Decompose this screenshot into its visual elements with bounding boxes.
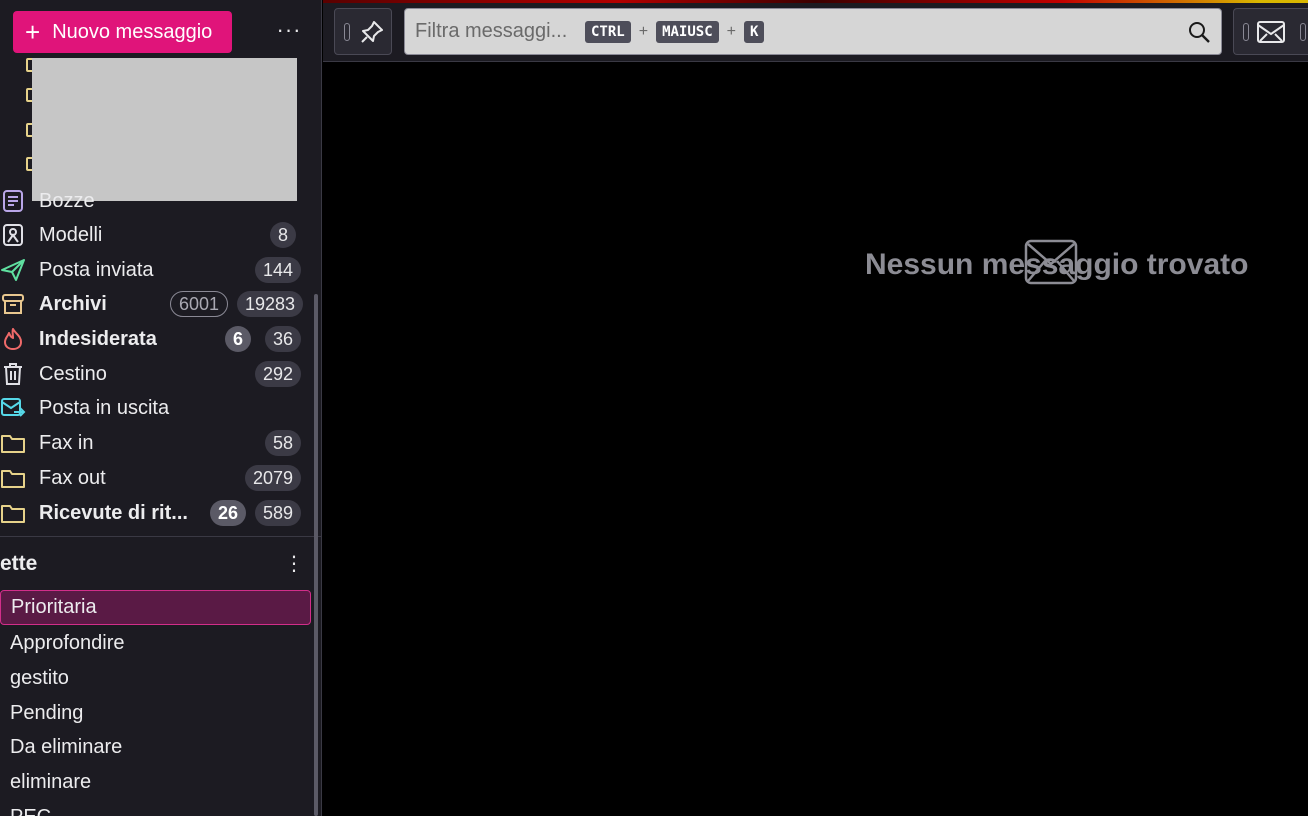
folder-label: Fax out — [39, 466, 106, 489]
folder-icon — [0, 430, 26, 456]
tag-label: Pending — [10, 702, 84, 724]
shortcut-key: K — [743, 20, 765, 43]
unread-count-badge: 6001 — [170, 291, 229, 317]
message-count-badge: 144 — [255, 257, 302, 283]
folder-item-posta-inviata[interactable]: Posta inviata 144 — [0, 253, 312, 287]
new-message-button[interactable]: + Nuovo messaggio — [13, 11, 232, 53]
section-divider — [0, 536, 321, 537]
decorative-strip — [323, 0, 1308, 3]
drafts-icon — [0, 188, 26, 214]
sidebar-scrollbar[interactable] — [314, 294, 318, 816]
tag-item-pending[interactable]: Pending — [0, 696, 311, 731]
new-message-label: Nuovo messaggio — [52, 20, 213, 43]
outbox-icon — [0, 395, 26, 421]
pin-button[interactable] — [334, 8, 392, 55]
empty-state-message: Nessun messaggio trovato — [865, 248, 1249, 281]
shortcut-plus: + — [638, 22, 649, 40]
shortcut-key: CTRL — [585, 20, 631, 43]
tag-label: Approfondire — [10, 632, 125, 654]
folder-item-fax-in[interactable]: Fax in 58 — [0, 426, 312, 460]
tag-item-pec[interactable]: PEC — [0, 800, 311, 816]
search-input[interactable] — [415, 20, 583, 43]
folder-item-ricevute[interactable]: Ricevute di rit... 26 589 — [0, 496, 312, 530]
redacted-area — [32, 58, 297, 201]
tags-more-options-icon[interactable]: ⋮ — [284, 551, 304, 577]
folder-icon — [0, 465, 26, 491]
folder-label: Fax in — [39, 431, 94, 454]
message-list-empty — [323, 62, 1308, 816]
message-count-badge: 19283 — [237, 291, 304, 317]
tag-item-approfondire[interactable]: Approfondire — [0, 626, 311, 661]
archive-icon — [0, 291, 26, 317]
unread-count-badge: 6 — [225, 326, 252, 352]
drag-handle[interactable] — [1243, 23, 1249, 41]
tag-item-prioritaria[interactable]: Prioritaria — [0, 590, 311, 625]
folder-item-modelli[interactable]: Modelli 8 — [0, 218, 312, 252]
folder-label: Modelli — [39, 223, 103, 246]
tag-item-gestito[interactable]: gestito — [0, 661, 311, 696]
message-view-button[interactable] — [1233, 8, 1308, 55]
plus-icon: + — [25, 17, 41, 47]
tag-label: PEC — [10, 806, 51, 816]
tag-label: Da eliminare — [10, 736, 123, 758]
folder-label: Ricevute di rit... — [39, 501, 188, 524]
folder-label: Bozze — [39, 189, 95, 212]
search-icon[interactable] — [1187, 20, 1211, 44]
message-count-badge: 36 — [265, 326, 302, 352]
message-count-badge: 589 — [255, 500, 302, 526]
shortcut-key: MAIUSC — [656, 20, 719, 43]
message-count-badge: 8 — [270, 222, 297, 248]
pin-icon — [361, 20, 383, 43]
more-options-icon[interactable]: ··· — [272, 18, 306, 46]
tags-section-header[interactable]: ette — [0, 552, 37, 576]
folder-label: Cestino — [39, 362, 107, 385]
folder-sidebar: + Nuovo messaggio ··· Bozze Modelli 8 Po… — [0, 0, 322, 816]
tag-label: eliminare — [10, 771, 92, 793]
shortcut-plus: + — [726, 22, 736, 40]
tag-item-da-eliminare[interactable]: Da eliminare — [0, 730, 311, 765]
folder-item-posta-in-uscita[interactable]: Posta in uscita — [0, 391, 312, 425]
tag-label: gestito — [10, 667, 69, 689]
sent-icon — [0, 257, 26, 283]
trash-icon — [0, 361, 26, 387]
drag-handle[interactable] — [1300, 23, 1306, 41]
tag-item-eliminare[interactable]: eliminare — [0, 765, 311, 800]
folder-item-cestino[interactable]: Cestino 292 — [0, 357, 312, 391]
mail-image-icon — [1257, 21, 1285, 43]
folder-label: Posta in uscita — [39, 396, 170, 419]
folder-label: Posta inviata — [39, 258, 154, 281]
folder-label: Indesiderata — [39, 327, 157, 350]
quick-filter-search[interactable]: CTRL + MAIUSC + K — [404, 8, 1222, 55]
folder-item-indesiderata[interactable]: Indesiderata 6 36 — [0, 322, 312, 356]
folder-item-fax-out[interactable]: Fax out 2079 — [0, 461, 312, 495]
message-list-toolbar: CTRL + MAIUSC + K — [323, 0, 1308, 62]
message-count-badge: 2079 — [245, 465, 302, 491]
folder-label: Archivi — [39, 292, 107, 315]
templates-icon — [0, 222, 26, 248]
unread-count-badge: 26 — [210, 500, 247, 526]
folder-item-bozze[interactable]: Bozze — [0, 184, 312, 218]
message-count-badge: 58 — [265, 430, 302, 456]
message-count-badge: 292 — [255, 361, 302, 387]
folder-item-archivi[interactable]: Archivi 6001 19283 — [0, 287, 312, 321]
junk-icon — [0, 326, 26, 352]
tag-label: Prioritaria — [11, 596, 97, 618]
folder-icon — [0, 500, 26, 526]
drag-handle[interactable] — [344, 23, 350, 41]
